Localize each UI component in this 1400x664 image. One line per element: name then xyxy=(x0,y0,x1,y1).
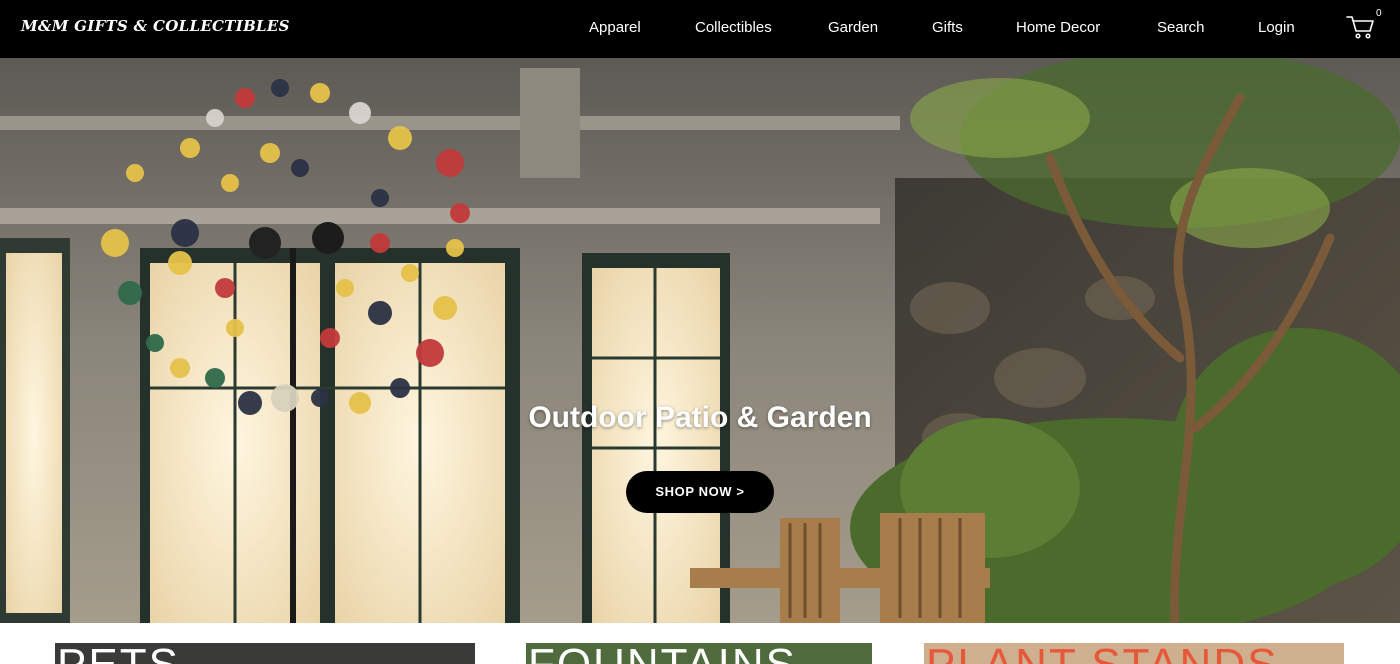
cart-count: 0 xyxy=(1376,8,1382,19)
site-header: M&M GIFTS & COLLECTIBLES Apparel Collect… xyxy=(0,0,1400,58)
category-tile-fountains[interactable]: FOUNTAINS xyxy=(526,643,872,664)
nav-garden[interactable]: Garden xyxy=(828,19,878,36)
category-tile-pets[interactable]: PETS xyxy=(55,643,475,664)
site-logo[interactable]: M&M GIFTS & COLLECTIBLES xyxy=(21,17,290,35)
hero-image xyxy=(0,58,1400,623)
nav-collectibles[interactable]: Collectibles xyxy=(695,19,772,36)
category-label: PLANT STANDS xyxy=(926,643,1278,664)
nav-gifts[interactable]: Gifts xyxy=(932,19,963,36)
hero-title: Outdoor Patio & Garden xyxy=(528,401,872,434)
nav-home-decor[interactable]: Home Decor xyxy=(1016,19,1100,36)
nav-search[interactable]: Search xyxy=(1157,19,1205,36)
category-label: FOUNTAINS xyxy=(528,643,797,664)
category-tile-plant-stands[interactable]: PLANT STANDS xyxy=(924,643,1344,664)
cart-button[interactable]: 0 xyxy=(1346,8,1382,42)
cart-icon xyxy=(1346,16,1374,39)
nav-login[interactable]: Login xyxy=(1258,19,1295,36)
hero-banner: Outdoor Patio & Garden SHOP NOW > xyxy=(0,58,1400,623)
category-label: PETS xyxy=(57,643,180,664)
nav-apparel[interactable]: Apparel xyxy=(589,19,641,36)
shop-now-button[interactable]: SHOP NOW > xyxy=(626,471,774,513)
